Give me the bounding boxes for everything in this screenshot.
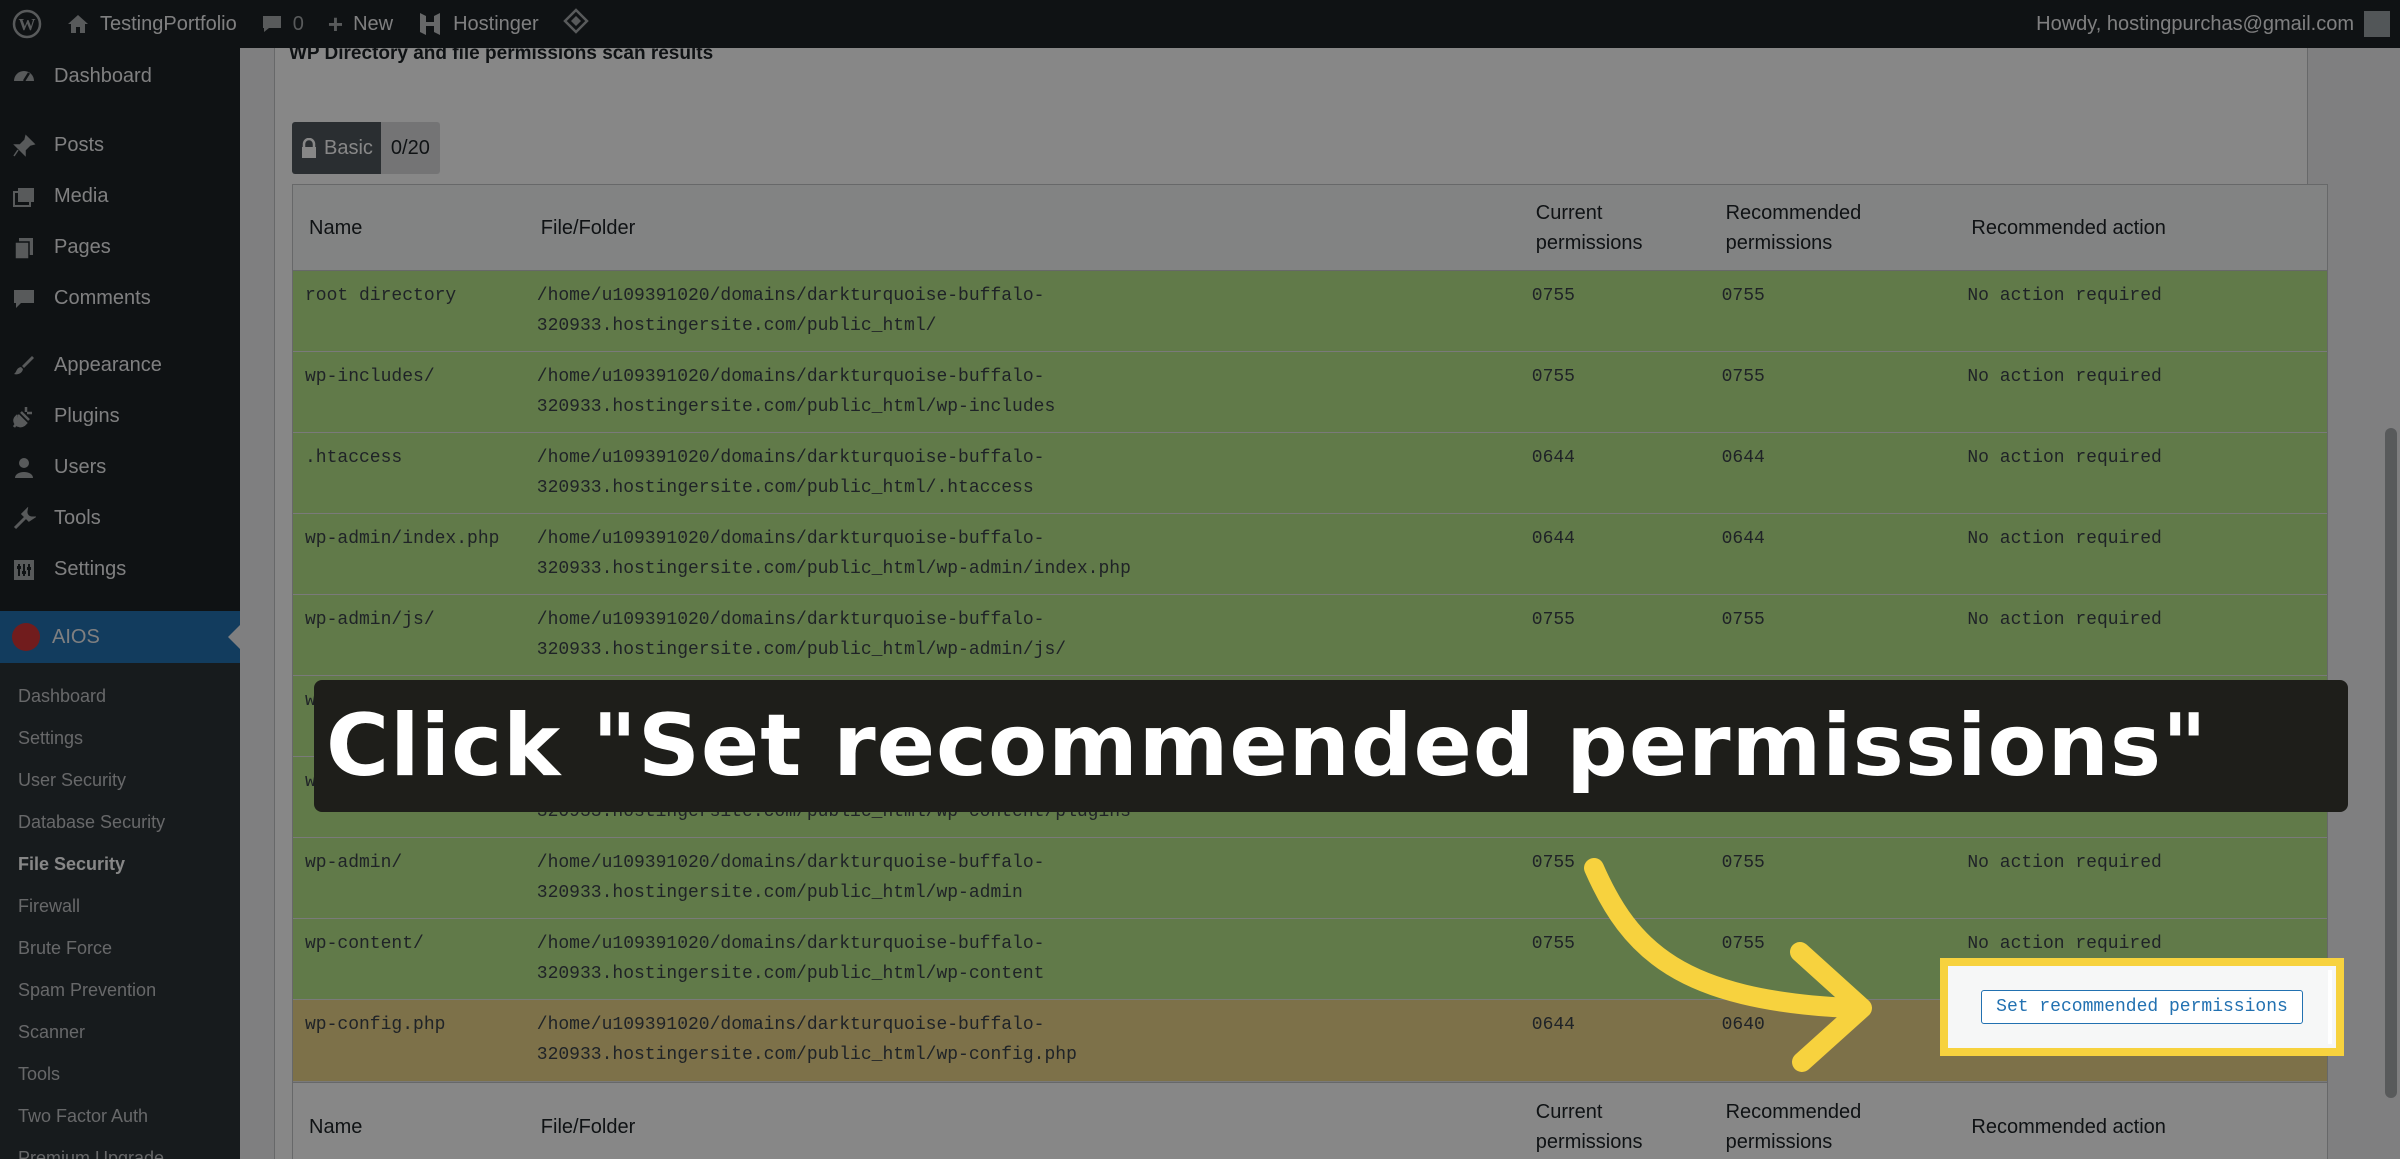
pointer-arrow-icon <box>1584 858 1872 1072</box>
